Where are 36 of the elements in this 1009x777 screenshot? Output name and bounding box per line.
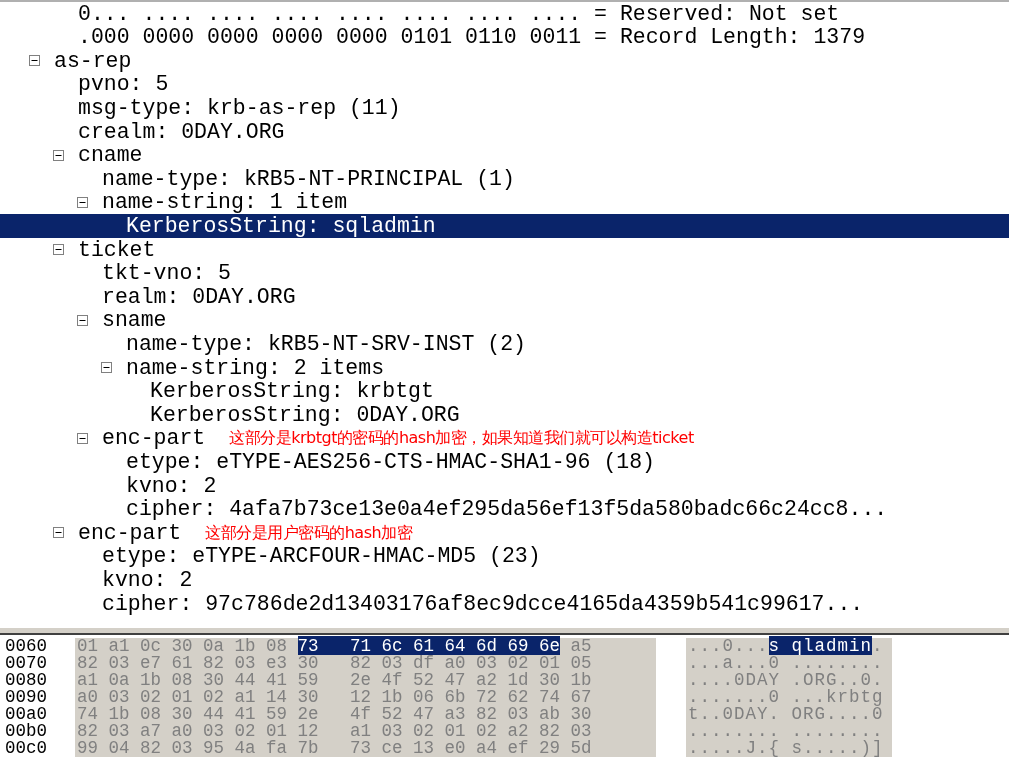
ascii-text: ....0DAY .ORG..0.: [686, 672, 892, 689]
collapse-icon[interactable]: [77, 197, 88, 209]
annotation-text: 这部分是用户密码的hash加密: [205, 521, 413, 544]
collapse-icon[interactable]: [53, 527, 64, 539]
tree-item[interactable]: cipher: 97c786de2d13403176af8ec9dcce4165da4359b541c99617...: [102, 587, 864, 620]
tree-item[interactable]: cname: [78, 139, 143, 172]
collapse-icon[interactable]: [77, 315, 88, 326]
ascii-text: ........ ........: [686, 723, 892, 740]
ascii-text: .......0 ...krbtg: [686, 689, 892, 706]
hex-offset: 0060: [4, 638, 48, 655]
hex-offset: 00c0: [4, 740, 48, 757]
hex-offset: 0070: [4, 655, 48, 672]
hex-bytes: 74 1b 08 30 44 41 59 2e 4f 52 47 a3 82 03 ab 30: [75, 706, 656, 723]
annotation-text: 这部分是krbtgt的密码的hash加密，如果知道我们就可以构造ticket: [229, 427, 694, 450]
collapse-icon[interactable]: [101, 362, 112, 374]
hex-bytes: 82 03 e7 61 82 03 e3 30 82 03 df a0 03 02 01 05: [75, 655, 656, 672]
hex-offset: 00b0: [4, 723, 48, 740]
splitter-bar[interactable]: [0, 628, 1009, 635]
ascii-text: ...a...0 ........: [686, 655, 892, 672]
hex-bytes: a0 03 02 01 02 a1 14 30 12 1b 06 6b 72 62 74 67: [75, 689, 656, 706]
hex-offset: 0080: [4, 672, 48, 689]
hex-bytes: a1 0a 1b 08 30 44 41 59 2e 4f 52 47 a2 1d 30 1b: [75, 672, 656, 689]
hex-bytes: 82 03 a7 a0 03 02 01 12 a1 03 02 01 02 a2 82 03: [75, 723, 656, 740]
hex-bytes: 99 04 82 03 95 4a fa 7b 73 ce 13 e0 a4 ef 29 5d: [75, 740, 656, 757]
hex-offset: 0090: [4, 689, 48, 706]
collapse-icon[interactable]: [53, 149, 64, 161]
ascii-text: ...0...s qladmin.: [686, 638, 892, 655]
hex-bytes: 01 a1 0c 30 0a 1b 08 73 71 6c 61 64 6d 69 6e a5: [75, 638, 656, 655]
collapse-icon[interactable]: [53, 244, 64, 256]
selected-bytes[interactable]: s qladmin: [768, 636, 873, 656]
collapse-icon[interactable]: [77, 433, 88, 444]
ascii-text: t..0DAY. ORG....0: [686, 706, 892, 723]
selected-bytes[interactable]: 73 71 6c 61 64 6d 69 6e: [297, 636, 561, 656]
collapse-icon[interactable]: [29, 55, 40, 67]
ascii-text: .....J.{ s.....)]: [686, 740, 892, 757]
hex-offset: 00a0: [4, 706, 48, 723]
